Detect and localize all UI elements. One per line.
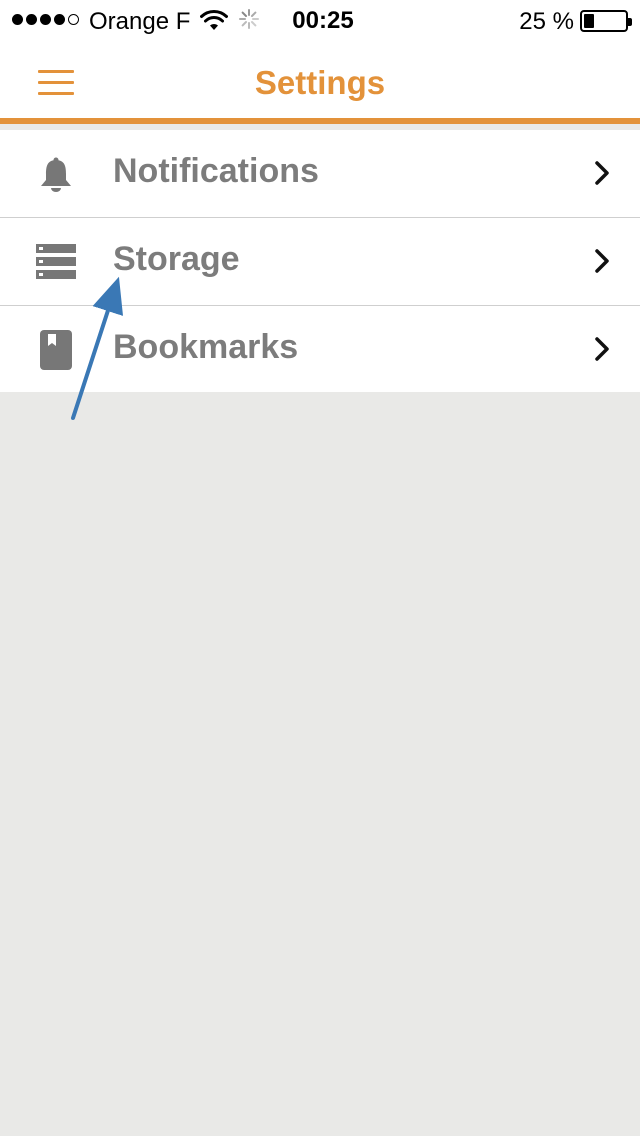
chevron-right-icon <box>595 249 609 273</box>
navigation-bar: Settings <box>0 42 640 124</box>
settings-item-label: Bookmarks <box>113 328 299 366</box>
battery-level-fill <box>584 14 594 28</box>
chevron-right-icon <box>595 337 609 361</box>
server-storage-icon <box>36 244 76 279</box>
status-bar: Orange F 00:25 25 % <box>0 0 640 42</box>
bookmark-book-icon <box>40 330 72 370</box>
bell-icon <box>41 157 71 192</box>
settings-item-storage[interactable]: Storage <box>0 218 640 306</box>
settings-item-bookmarks[interactable]: Bookmarks <box>0 306 640 394</box>
settings-item-label: Storage <box>113 240 240 278</box>
battery-icon <box>580 10 632 32</box>
settings-item-notifications[interactable]: Notifications <box>0 130 640 218</box>
chevron-right-icon <box>595 161 609 185</box>
settings-list: Notifications Storage Bookmarks <box>0 130 640 394</box>
empty-content-area <box>0 392 640 1136</box>
settings-item-label: Notifications <box>113 152 319 190</box>
page-title: Settings <box>254 64 386 101</box>
battery-percent: 25 % <box>519 8 574 35</box>
